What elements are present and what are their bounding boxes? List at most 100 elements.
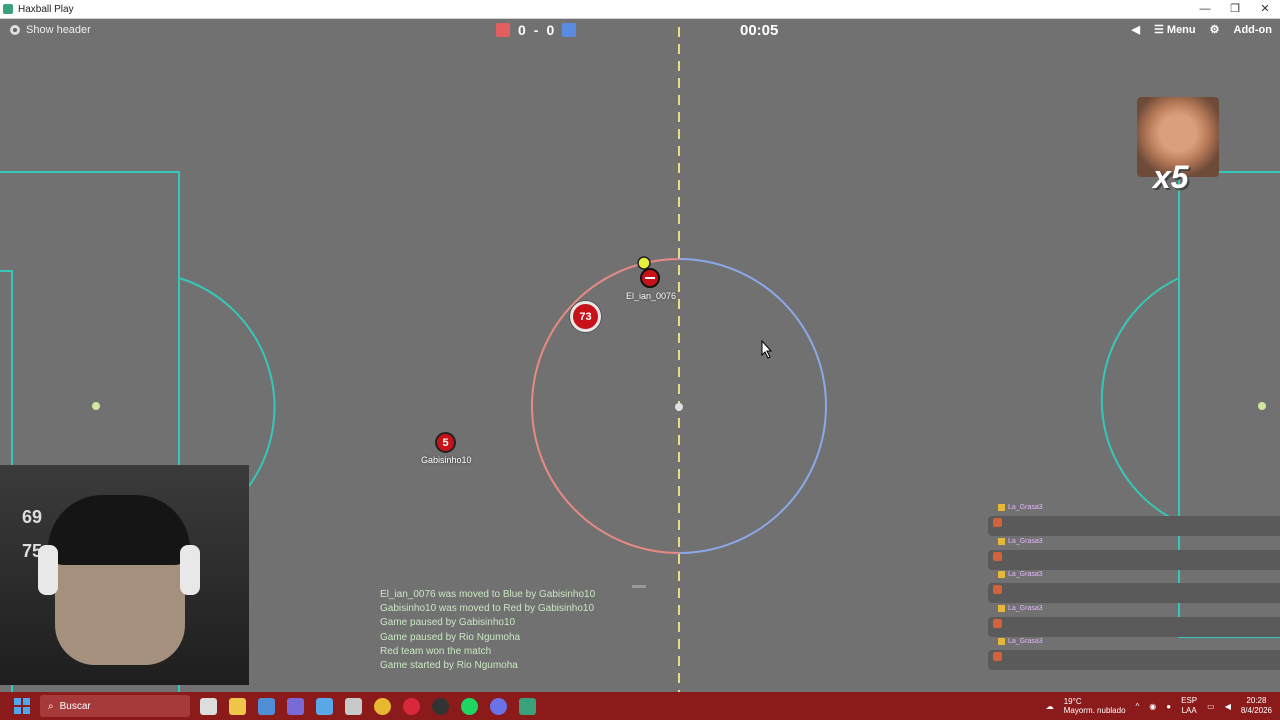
obs-icon[interactable] <box>432 697 449 715</box>
spotify-icon[interactable] <box>461 697 478 715</box>
mouse-cursor-icon <box>761 339 773 359</box>
badge-icon <box>998 605 1005 612</box>
player-number: 5 <box>442 436 449 449</box>
log-line: Game paused by Gabisinho10 <box>380 617 516 629</box>
weather-desc: Mayorm. nublado <box>1063 706 1126 715</box>
system-tray: ☁ 19°C Mayorm. nublado ^ ◉ ● ESP LAA ▭ ◀… <box>1046 692 1272 720</box>
emote-icon <box>993 585 1002 594</box>
clock-date: 8/4/2026 <box>1240 706 1272 715</box>
blue-score: 0 <box>546 22 555 38</box>
left-arc <box>178 277 276 487</box>
chrome-icon[interactable] <box>374 697 391 715</box>
file-explorer-icon[interactable] <box>229 697 246 715</box>
log-line: Red team won the match <box>380 645 492 657</box>
chat-message: La_Grasa3 <box>988 538 1280 572</box>
addon-button[interactable]: Add-on <box>1234 24 1272 36</box>
left-penalty-spot <box>92 402 100 410</box>
chat-user-label: La_Grasa3 <box>1008 605 1043 612</box>
divider-handle <box>632 585 646 588</box>
match-timer: 00:05 <box>740 22 779 39</box>
window-title: Haxball Play <box>18 3 74 15</box>
streamer-hair <box>48 495 190 565</box>
taskbar-apps <box>200 697 536 715</box>
display-icon[interactable]: ▭ <box>1207 702 1215 711</box>
settings-gear-icon[interactable]: ⚙ <box>1210 23 1220 36</box>
chat-message: La_Grasa3 <box>988 638 1280 672</box>
score-separator: - <box>533 22 539 38</box>
taskbar-search[interactable]: ⌕ Buscar <box>40 695 190 717</box>
header-toggle-icon <box>10 25 20 35</box>
chat-message: La_Grasa3 <box>988 504 1280 538</box>
search-label: Buscar <box>59 700 91 712</box>
haxball-window: Haxball Play — ❐ ✕ Show header 0 - 0 00:… <box>0 0 1280 720</box>
task-view-icon[interactable] <box>200 697 217 715</box>
language-indicator[interactable]: ESP LAA <box>1181 696 1197 716</box>
network-icon[interactable]: ◉ <box>1149 702 1156 711</box>
player-disc: 5 <box>435 432 456 453</box>
emote-icon <box>993 652 1002 661</box>
chat-bubble <box>988 583 1280 603</box>
badge-icon <box>998 638 1005 645</box>
meme-caption: x5 <box>1153 159 1189 195</box>
top-right-controls: ◀ ☰ Menu ⚙ Add-on <box>1132 23 1272 37</box>
maximize-button[interactable]: ❐ <box>1220 0 1250 19</box>
teams-icon[interactable] <box>287 697 304 715</box>
player-number: 73 <box>579 310 592 323</box>
weather-widget[interactable]: 19°C Mayorm. nublado <box>1064 697 1126 715</box>
app-icon <box>3 4 13 14</box>
start-button[interactable] <box>14 698 30 714</box>
emote-icon <box>993 552 1002 561</box>
badge-icon <box>998 538 1005 545</box>
player-number <box>645 277 655 279</box>
chat-user-label: La_Grasa3 <box>1008 504 1043 511</box>
chat-username: La_Grasa3 <box>998 504 1043 511</box>
player-disc <box>640 268 660 288</box>
windows-taskbar: ⌕ Buscar ☁ 19°C Mayorm. nublado ^ ◉ ● ES… <box>0 692 1280 720</box>
chat-username: La_Grasa3 <box>998 571 1043 578</box>
chat-username: La_Grasa3 <box>998 605 1043 612</box>
webcam-overlay: 69 75 <box>0 465 249 685</box>
clock[interactable]: 20:28 8/4/2026 <box>1241 696 1272 716</box>
chat-bubble <box>988 617 1280 637</box>
haxball-icon[interactable] <box>519 697 536 715</box>
meme-overlay: x5 <box>1137 97 1219 197</box>
volume-icon[interactable]: ◀ <box>1225 702 1231 711</box>
title-bar: Haxball Play — ❐ ✕ <box>0 0 1280 19</box>
chat-username: La_Grasa3 <box>998 638 1043 645</box>
right-arc <box>1100 277 1180 523</box>
emote-icon <box>993 518 1002 527</box>
badge-icon <box>998 571 1005 578</box>
log-line: Game paused by Rio Ngumoha <box>380 631 521 643</box>
lang-label: ESP <box>1181 696 1198 705</box>
weather-temp: 19°C <box>1063 697 1082 706</box>
minimize-button[interactable]: — <box>1190 0 1220 19</box>
log-line: Game started by Rio Ngumoha <box>380 660 518 672</box>
blue-team-icon <box>562 23 577 37</box>
close-button[interactable]: ✕ <box>1250 0 1280 19</box>
show-header-toggle[interactable]: Show header <box>10 24 91 36</box>
poster-number: 69 <box>22 507 43 527</box>
chat-bubble <box>988 650 1280 670</box>
opera-icon[interactable] <box>403 697 420 715</box>
store-icon[interactable] <box>258 697 275 715</box>
badge-icon <box>998 504 1005 511</box>
event-log: El_ian_0076 was moved to Blue by Gabisin… <box>380 588 595 673</box>
right-penalty-spot <box>1258 402 1266 410</box>
red-team-icon <box>496 23 510 37</box>
notepad-icon[interactable] <box>316 697 333 715</box>
player-disc: 73 <box>570 301 601 332</box>
menu-button[interactable]: ☰ Menu <box>1154 23 1196 36</box>
weather-icon[interactable]: ☁ <box>1046 702 1054 711</box>
snipping-icon[interactable] <box>345 697 362 715</box>
sound-icon[interactable]: ◀ <box>1132 23 1140 36</box>
tray-chevron-icon[interactable]: ^ <box>1136 702 1140 711</box>
player-name: El_ian_0076 <box>626 291 677 301</box>
chat-bubble <box>988 550 1280 570</box>
chat-username: La_Grasa3 <box>998 538 1043 545</box>
chat-message: La_Grasa3 <box>988 605 1280 639</box>
discord-icon[interactable] <box>490 697 507 715</box>
mic-icon[interactable]: ● <box>1166 702 1171 711</box>
player-name: Gabisinho10 <box>421 455 472 465</box>
menu-label: Menu <box>1166 24 1196 36</box>
chat-user-label: La_Grasa3 <box>1008 638 1043 645</box>
